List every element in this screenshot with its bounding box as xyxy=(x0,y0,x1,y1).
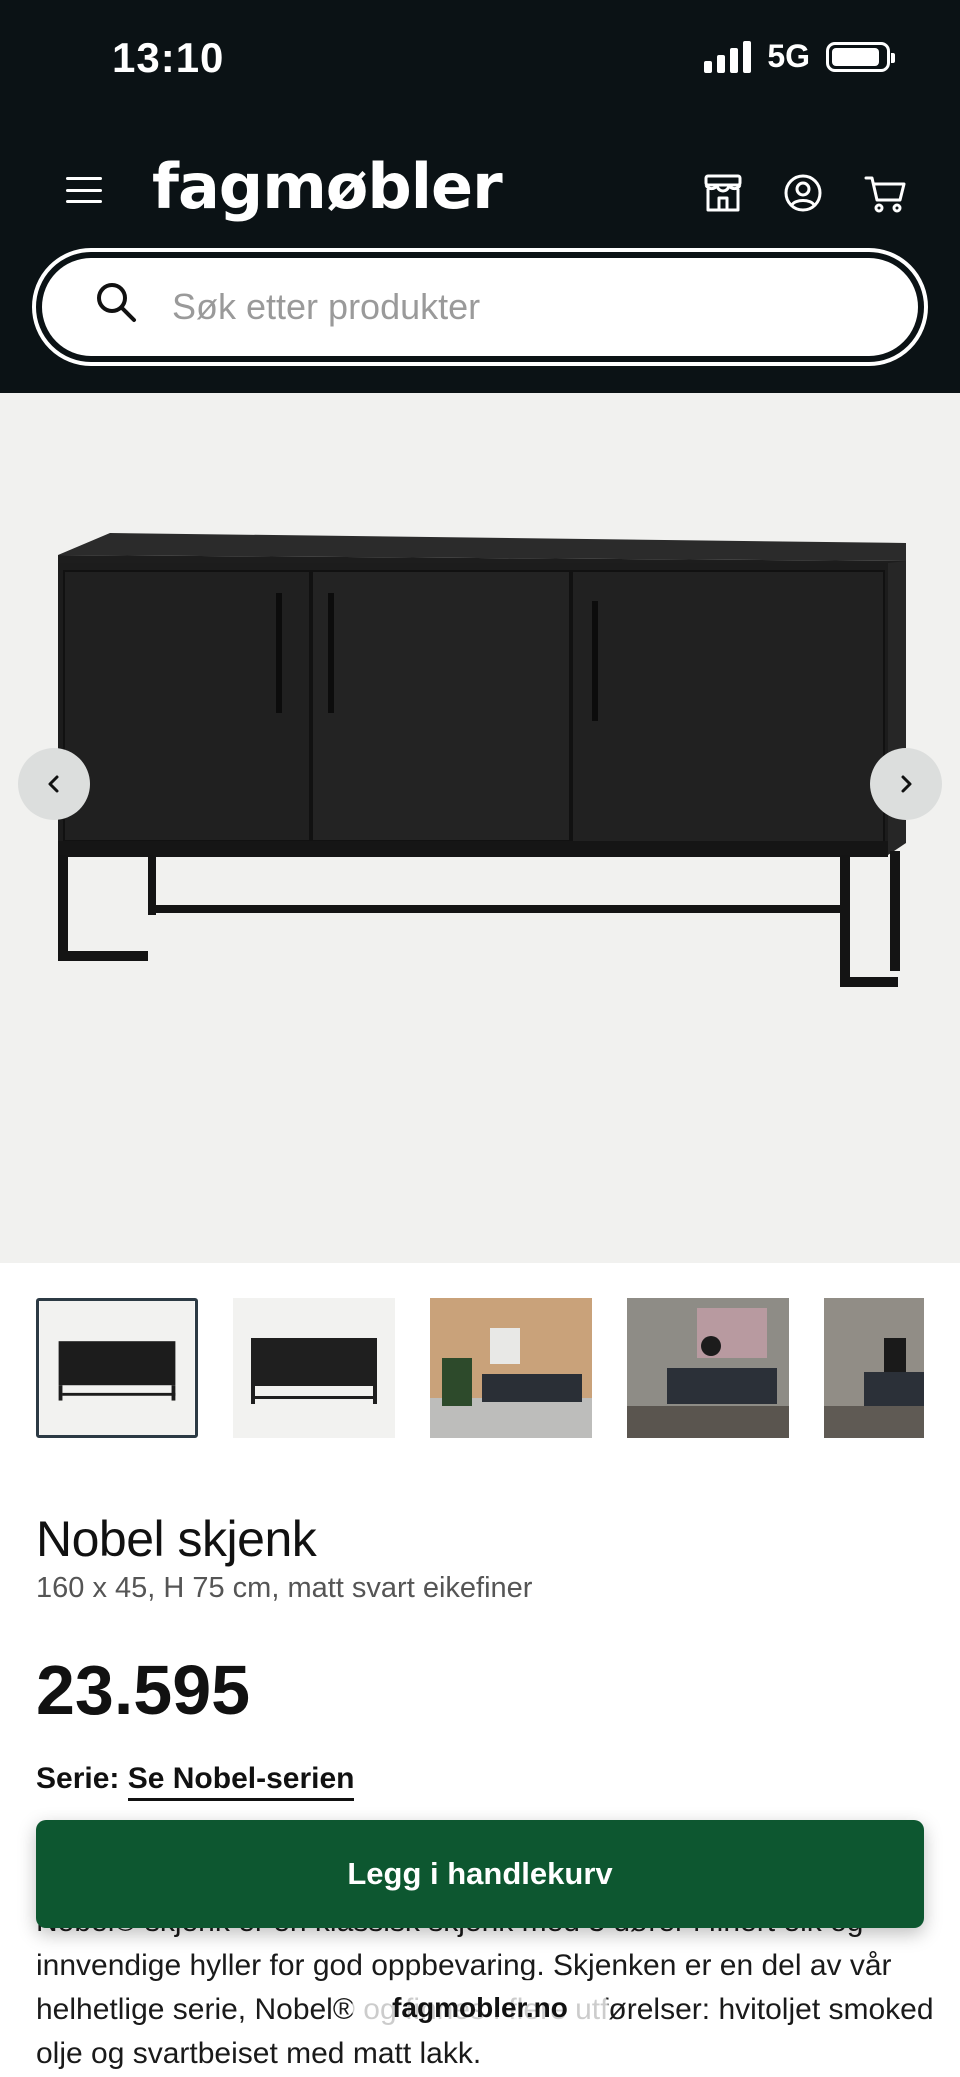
product-title: Nobel skjenk xyxy=(36,1511,317,1567)
series-row: Serie: Se Nobel-serien xyxy=(36,1762,355,1801)
add-to-cart-button[interactable]: Legg i handlekurv xyxy=(36,1820,924,1928)
product-price: 23.595 xyxy=(36,1651,251,1729)
thumbnail-5[interactable] xyxy=(824,1298,924,1438)
cart-icon[interactable] xyxy=(862,170,908,216)
thumbnail-4[interactable] xyxy=(627,1298,789,1438)
menu-icon[interactable] xyxy=(64,173,104,207)
search-icon xyxy=(97,283,136,322)
thumbnail-strip xyxy=(36,1298,924,1438)
signal-icon xyxy=(704,40,752,73)
chevron-left-icon xyxy=(48,775,59,793)
series-label: Serie: xyxy=(36,1762,120,1795)
product-image xyxy=(58,533,906,987)
carousel-next-button[interactable] xyxy=(870,748,942,820)
network-label: 5G xyxy=(767,38,810,74)
status-indicators: 5G xyxy=(704,38,895,75)
account-icon[interactable] xyxy=(780,170,826,216)
browser-domain-pill[interactable]: fagmobler.no xyxy=(352,1980,608,2036)
nav-row: fagmøbler xyxy=(0,140,960,240)
product-subtitle: 160 x 45, H 75 cm, matt svart eikefiner xyxy=(36,1572,533,1604)
thumbnail-1[interactable] xyxy=(36,1298,198,1438)
search-input[interactable] xyxy=(172,258,872,356)
site-header: 13:10 5G fagmøbler xyxy=(0,0,960,393)
status-time: 13:10 xyxy=(112,34,225,81)
carousel-prev-button[interactable] xyxy=(18,748,90,820)
chevron-right-icon xyxy=(901,775,912,793)
battery-icon xyxy=(826,41,895,72)
status-bar: 13:10 5G xyxy=(0,0,960,115)
site-logo[interactable]: fagmøbler xyxy=(152,150,503,223)
series-link[interactable]: Se Nobel-serien xyxy=(127,1762,355,1801)
thumbnail-2[interactable] xyxy=(233,1298,395,1438)
search-bar xyxy=(32,248,928,366)
thumbnail-3[interactable] xyxy=(430,1298,592,1438)
store-icon[interactable] xyxy=(700,170,746,216)
search-field-container[interactable] xyxy=(42,258,918,356)
product-image-carousel xyxy=(0,393,960,1263)
